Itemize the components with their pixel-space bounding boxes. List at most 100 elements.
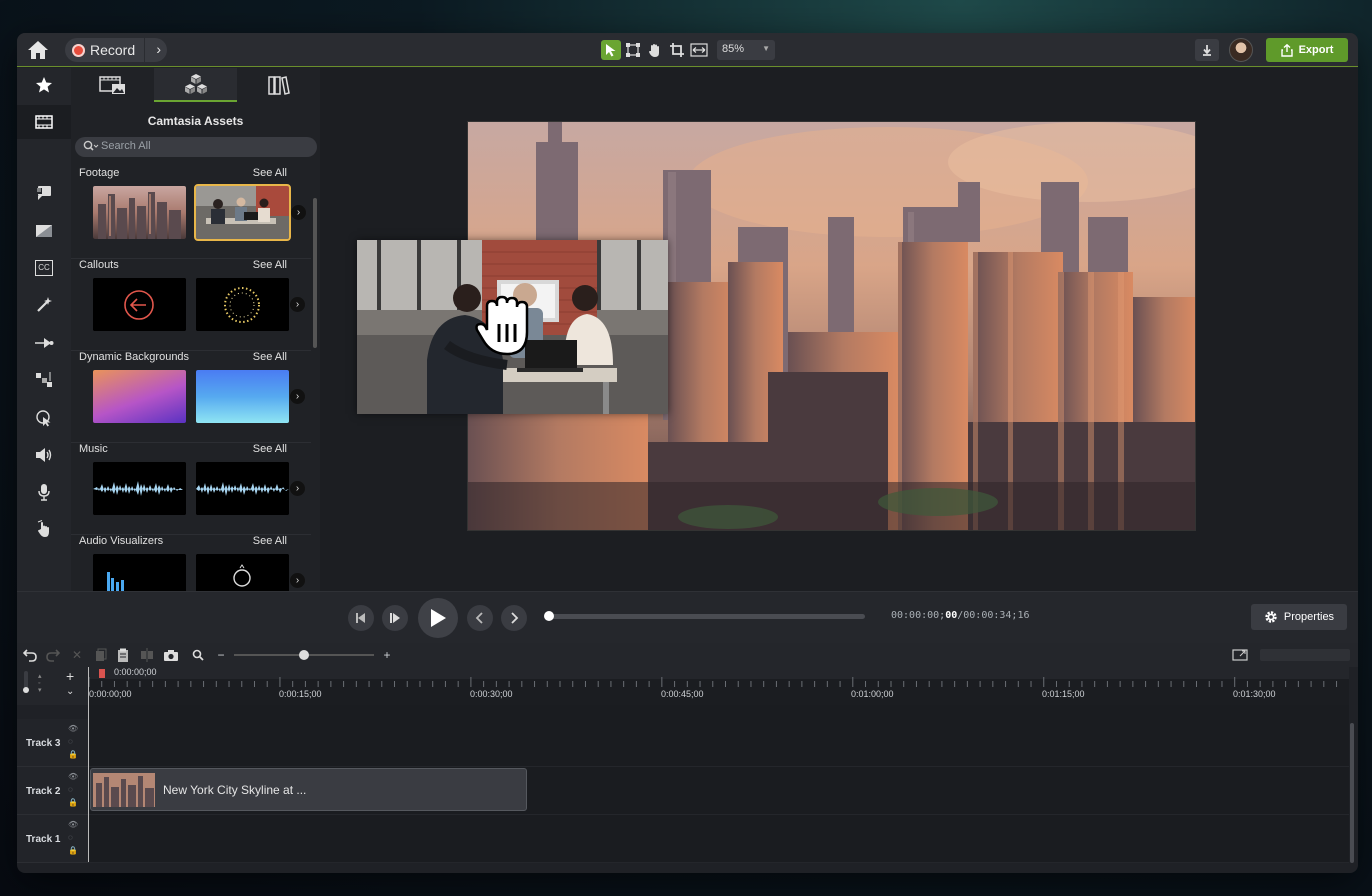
- music-thumb-waveform-1[interactable]: [93, 462, 186, 515]
- carousel-next-icon[interactable]: ›: [290, 389, 305, 404]
- transitions-icon[interactable]: [33, 220, 55, 242]
- zoom-slider-handle[interactable]: [299, 650, 309, 660]
- annotations-icon[interactable]: [33, 182, 55, 204]
- previous-marker-icon[interactable]: [467, 605, 493, 631]
- solo-icon[interactable]: ◌: [68, 833, 73, 842]
- search-input[interactable]: Search All: [75, 137, 317, 157]
- track-1-header[interactable]: Track 1 👁 ◌ 🔒: [17, 815, 89, 863]
- favorites-star-icon[interactable]: [33, 74, 55, 96]
- zoom-in-icon[interactable]: +: [379, 647, 395, 663]
- zoom-magnifier-icon[interactable]: [190, 647, 206, 663]
- see-all-link[interactable]: See All: [253, 535, 287, 547]
- voice-narration-icon[interactable]: [33, 481, 55, 503]
- cut-icon[interactable]: ✕: [69, 647, 85, 663]
- pan-hand-icon[interactable]: [645, 40, 665, 60]
- zoom-dropdown[interactable]: 85% ▼: [717, 40, 775, 60]
- select-arrow-icon[interactable]: [601, 40, 621, 60]
- footage-thumb-skyline[interactable]: [93, 186, 186, 239]
- visualizer-thumb-circle[interactable]: [196, 554, 289, 591]
- track-3-lane[interactable]: [89, 719, 1349, 767]
- footage-thumb-meeting[interactable]: [194, 184, 291, 241]
- timeline-clip[interactable]: New York City Skyline at ...: [90, 768, 527, 811]
- track-height-slider[interactable]: [23, 671, 29, 693]
- timeline-search-box[interactable]: [1260, 649, 1350, 661]
- solo-icon[interactable]: ◌: [68, 785, 73, 794]
- collapse-tracks-icon[interactable]: ⌄: [66, 686, 74, 697]
- properties-button[interactable]: Properties: [1251, 604, 1347, 630]
- split-icon[interactable]: [139, 647, 155, 663]
- see-all-link[interactable]: See All: [253, 259, 287, 271]
- step-back-icon[interactable]: [348, 605, 374, 631]
- carousel-next-icon[interactable]: ›: [290, 481, 305, 496]
- lock-icon[interactable]: 🔒: [68, 798, 78, 807]
- solo-icon[interactable]: ◌: [68, 737, 73, 746]
- paste-icon[interactable]: [115, 647, 131, 663]
- visibility-eye-icon[interactable]: 👁: [68, 724, 78, 733]
- interactivity-icon[interactable]: [33, 518, 55, 540]
- see-all-link[interactable]: See All: [253, 167, 287, 179]
- avatar[interactable]: [1229, 38, 1253, 62]
- panel-scrollbar[interactable]: [313, 198, 317, 348]
- search-icon: [83, 140, 99, 151]
- chevron-right-icon[interactable]: ›: [156, 41, 161, 57]
- visualizer-thumb-bars[interactable]: [93, 554, 186, 591]
- track-2-header[interactable]: Track 2 👁 ◌ 🔒: [17, 767, 89, 815]
- carousel-next-icon[interactable]: ›: [290, 573, 305, 588]
- record-button[interactable]: Record ›: [65, 38, 167, 62]
- media-icon[interactable]: [17, 105, 71, 139]
- play-button[interactable]: [418, 598, 458, 638]
- copy-icon[interactable]: [93, 647, 109, 663]
- detach-timeline-icon[interactable]: [1232, 647, 1248, 663]
- lock-icon[interactable]: 🔒: [68, 846, 78, 855]
- next-marker-icon[interactable]: [501, 605, 527, 631]
- home-icon[interactable]: [27, 40, 49, 60]
- playhead-marker[interactable]: [99, 669, 105, 678]
- audio-effects-icon[interactable]: [33, 444, 55, 466]
- undo-icon[interactable]: [22, 647, 38, 663]
- scrubber-handle[interactable]: [544, 611, 554, 621]
- callout-thumb-arrow[interactable]: [93, 278, 186, 331]
- lock-icon[interactable]: 🔒: [68, 750, 78, 759]
- playhead-line[interactable]: [88, 667, 89, 862]
- add-track-icon[interactable]: +: [66, 668, 74, 684]
- section-title: Dynamic Backgrounds: [79, 351, 190, 363]
- tab-library[interactable]: [237, 68, 320, 102]
- camera-snapshot-icon[interactable]: [163, 647, 179, 663]
- visibility-eye-icon[interactable]: 👁: [68, 820, 78, 829]
- crop-icon[interactable]: [667, 40, 687, 60]
- section-callouts: Callouts See All ›: [71, 259, 311, 351]
- step-forward-icon[interactable]: [382, 605, 408, 631]
- timeline-ruler[interactable]: 0:00:00;00 0:00:00;00 0:00:15;00 0:00:30…: [89, 667, 1349, 705]
- ruler-label: 0:00:45;00: [661, 689, 704, 699]
- behaviors-icon[interactable]: [33, 369, 55, 391]
- effects-wand-icon[interactable]: [33, 294, 55, 316]
- canvas-meeting-video[interactable]: [357, 240, 668, 414]
- callout-thumb-ring[interactable]: [196, 278, 289, 331]
- visibility-eye-icon[interactable]: 👁: [68, 772, 78, 781]
- carousel-next-icon[interactable]: ›: [290, 297, 305, 312]
- redo-icon[interactable]: [45, 647, 61, 663]
- track-3-header[interactable]: Track 3 👁 ◌ 🔒: [17, 719, 89, 767]
- background-thumb-sky[interactable]: [196, 370, 289, 423]
- cursor-effects-icon[interactable]: [33, 407, 55, 429]
- tab-camtasia-assets[interactable]: [154, 68, 237, 102]
- zoom-out-icon[interactable]: −: [213, 647, 229, 663]
- music-thumb-waveform-2[interactable]: [196, 462, 289, 515]
- background-thumb-sunset[interactable]: [93, 370, 186, 423]
- track-1-lane[interactable]: [89, 815, 1349, 863]
- export-button[interactable]: Export: [1266, 38, 1348, 62]
- carousel-next-icon[interactable]: ›: [291, 205, 306, 220]
- timeline-zoom-slider[interactable]: [234, 650, 374, 660]
- fit-icon[interactable]: [689, 40, 709, 60]
- tab-media-library[interactable]: [71, 68, 154, 102]
- transform-icon[interactable]: [623, 40, 643, 60]
- section-title: Music: [79, 443, 108, 455]
- animations-icon[interactable]: [33, 332, 55, 354]
- captions-icon[interactable]: CC: [33, 257, 55, 279]
- timeline-scrollbar[interactable]: [1350, 723, 1354, 863]
- download-button[interactable]: [1195, 39, 1219, 61]
- see-all-link[interactable]: See All: [253, 351, 287, 363]
- playback-scrubber[interactable]: [544, 611, 865, 621]
- track-zoom-icon[interactable]: ▴ ◦ ▾: [38, 673, 42, 694]
- see-all-link[interactable]: See All: [253, 443, 287, 455]
